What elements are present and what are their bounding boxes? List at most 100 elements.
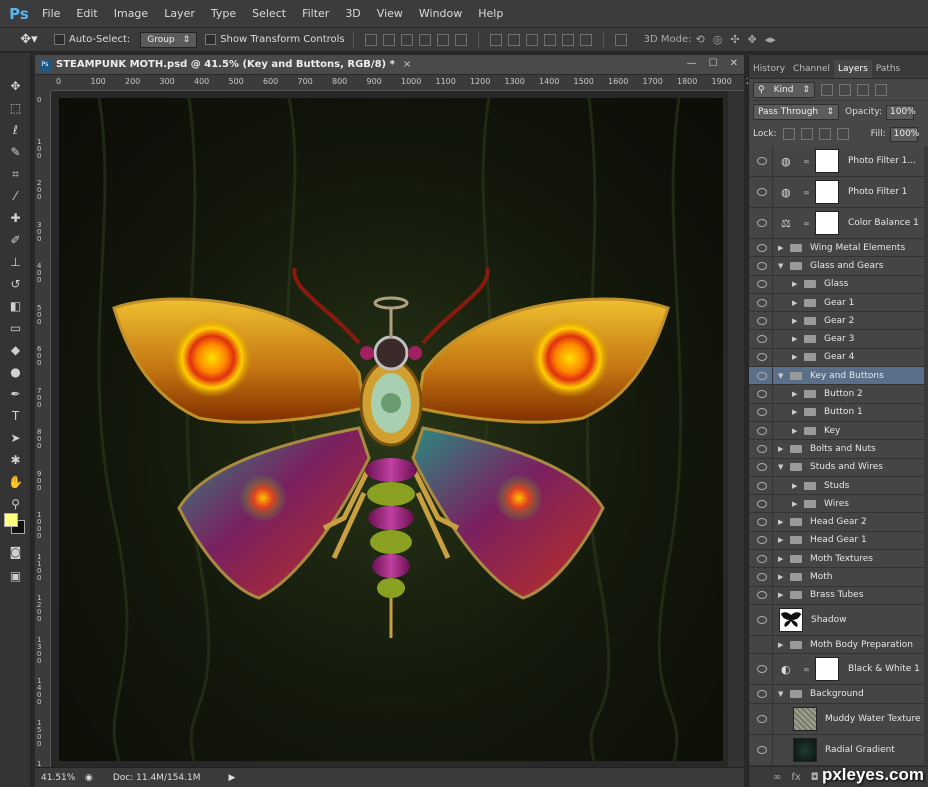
fill-input[interactable]: 100% [889, 126, 919, 142]
visibility-toggle[interactable] [749, 513, 773, 531]
pen-tool-icon[interactable]: ✒ [0, 383, 31, 405]
history-brush-icon[interactable]: ↺ [0, 273, 31, 295]
gradient-tool-icon[interactable]: ▭ [0, 317, 31, 339]
visibility-toggle[interactable] [749, 568, 773, 586]
visibility-toggle[interactable] [749, 440, 773, 458]
expand-open-icon[interactable]: ▼ [778, 262, 783, 270]
mask-link-icon[interactable]: ∞ [803, 157, 810, 166]
menu-layer[interactable]: Layer [156, 0, 203, 28]
blur-tool-icon[interactable]: ◆ [0, 339, 31, 361]
layer-row[interactable]: ◍ ∞ Photo Filter 1... [749, 146, 924, 177]
visibility-toggle[interactable] [749, 654, 773, 685]
layer-row[interactable]: ▶ Brass Tubes [749, 586, 924, 605]
visibility-toggle[interactable] [749, 257, 773, 275]
distribute-right-icon[interactable] [579, 33, 592, 46]
visibility-toggle[interactable] [749, 476, 773, 495]
layer-row[interactable]: ▶ Key [749, 421, 924, 441]
type-tool-icon[interactable]: T [0, 405, 31, 427]
canvas[interactable] [59, 98, 723, 761]
3d-roll-icon[interactable]: ◎ [713, 33, 723, 46]
layer-row[interactable]: ▼ Key and Buttons [749, 367, 924, 386]
blend-mode-dropdown[interactable]: Pass Through ⇕ [753, 104, 839, 120]
mask-link-icon[interactable]: ∞ [803, 188, 810, 197]
layer-row[interactable]: ▶ Studs [749, 476, 924, 496]
visibility-toggle[interactable] [749, 367, 773, 385]
layer-row[interactable]: ▶ Moth Textures [749, 550, 924, 569]
filter-pixel-icon[interactable] [821, 83, 833, 96]
expand-closed-icon[interactable]: ▶ [778, 573, 783, 581]
expand-open-icon[interactable]: ▼ [778, 463, 783, 471]
tab-history[interactable]: History [749, 60, 789, 78]
foreground-color-swatch[interactable] [4, 513, 18, 527]
eraser-tool-icon[interactable]: ◧ [0, 295, 31, 317]
filter-adjustment-icon[interactable] [839, 83, 851, 96]
expand-closed-icon[interactable]: ▶ [792, 408, 797, 416]
layer-row[interactable]: ◐ ∞ Black & White 1 [749, 654, 924, 686]
layer-row[interactable]: ▶ Wing Metal Elements [749, 239, 924, 258]
eyedropper-tool-icon[interactable]: ⁄ [0, 185, 31, 207]
layer-row[interactable]: Muddy Water Texture [749, 703, 924, 735]
menu-type[interactable]: Type [203, 0, 244, 28]
layers-scrollbar[interactable] [924, 146, 928, 766]
visibility-toggle[interactable] [749, 146, 773, 176]
visibility-toggle[interactable] [749, 239, 773, 257]
visibility-toggle[interactable] [749, 177, 773, 207]
visibility-toggle[interactable] [749, 348, 773, 367]
show-transform-checkbox[interactable] [205, 34, 217, 45]
maximize-icon[interactable]: ☐ [709, 58, 718, 69]
visibility-toggle[interactable] [749, 586, 773, 604]
visibility-toggle[interactable] [749, 293, 773, 312]
filter-type-icon[interactable] [857, 83, 869, 96]
menu-help[interactable]: Help [470, 0, 511, 28]
layer-mask-thumbnail[interactable] [815, 657, 839, 682]
lock-position-icon[interactable] [818, 128, 831, 140]
expand-closed-icon[interactable]: ▶ [792, 500, 797, 508]
close-window-icon[interactable]: ✕ [730, 58, 738, 69]
expand-closed-icon[interactable]: ▶ [792, 427, 797, 435]
layer-mask-thumbnail[interactable] [815, 211, 839, 235]
align-bottom-icon[interactable] [400, 33, 413, 46]
marquee-tool-icon[interactable]: ⬚ [0, 97, 31, 119]
layer-row[interactable]: ⚖ ∞ Color Balance 1 [749, 208, 924, 239]
filter-shape-icon[interactable] [875, 83, 887, 96]
expand-closed-icon[interactable]: ▶ [792, 280, 797, 288]
layer-row[interactable]: ▶ Gear 4 [749, 348, 924, 368]
align-right-icon[interactable] [454, 33, 467, 46]
layer-row[interactable]: ▶ Head Gear 1 [749, 531, 924, 551]
visibility-toggle[interactable] [749, 208, 773, 238]
layer-thumbnail[interactable] [793, 706, 817, 731]
expand-open-icon[interactable]: ▼ [778, 690, 783, 698]
link-layers-icon[interactable]: ∞ [773, 772, 781, 783]
path-select-icon[interactable]: ➤ [0, 427, 31, 449]
menu-view[interactable]: View [369, 0, 411, 28]
distribute-hcenter-icon[interactable] [561, 33, 574, 46]
layer-row[interactable]: ▶ Bolts and Nuts [749, 440, 924, 459]
expand-closed-icon[interactable]: ▶ [778, 536, 783, 544]
menu-filter[interactable]: Filter [294, 0, 337, 28]
layer-row[interactable]: ▶ Head Gear 2 [749, 513, 924, 532]
horizontal-ruler[interactable]: 0 100 200 300 400 500 600 700 800 900 1000 1100 1200… [51, 75, 751, 91]
lock-transparency-icon[interactable] [782, 128, 795, 140]
distribute-left-icon[interactable] [543, 33, 556, 46]
visibility-toggle[interactable] [749, 734, 773, 765]
layer-row[interactable]: ▶ Wires [749, 495, 924, 514]
tab-layers[interactable]: Layers [833, 60, 872, 78]
mask-link-icon[interactable]: ∞ [803, 665, 810, 674]
crop-tool-icon[interactable]: ⌗ [0, 163, 31, 185]
visibility-toggle[interactable] [749, 421, 773, 440]
auto-select-dropdown[interactable]: Group ⇕ [140, 31, 198, 48]
menu-file[interactable]: File [34, 0, 68, 28]
layer-row[interactable]: ◍ ∞ Photo Filter 1 [749, 177, 924, 208]
visibility-toggle[interactable] [749, 330, 773, 348]
align-top-icon[interactable] [364, 33, 377, 46]
layer-row[interactable]: ▶ Gear 3 [749, 330, 924, 349]
layer-row[interactable]: ▶ Gear 2 [749, 312, 924, 331]
menu-3d[interactable]: 3D [337, 0, 368, 28]
expand-closed-icon[interactable]: ▶ [778, 555, 783, 563]
tab-paths[interactable]: Paths [872, 60, 904, 78]
share-icon[interactable]: ◉ [85, 773, 93, 783]
3d-scale-icon[interactable]: ◂▸ [765, 33, 776, 46]
opacity-input[interactable]: 100% [886, 104, 916, 120]
menu-select[interactable]: Select [244, 0, 294, 28]
align-hcenter-icon[interactable] [436, 33, 449, 46]
